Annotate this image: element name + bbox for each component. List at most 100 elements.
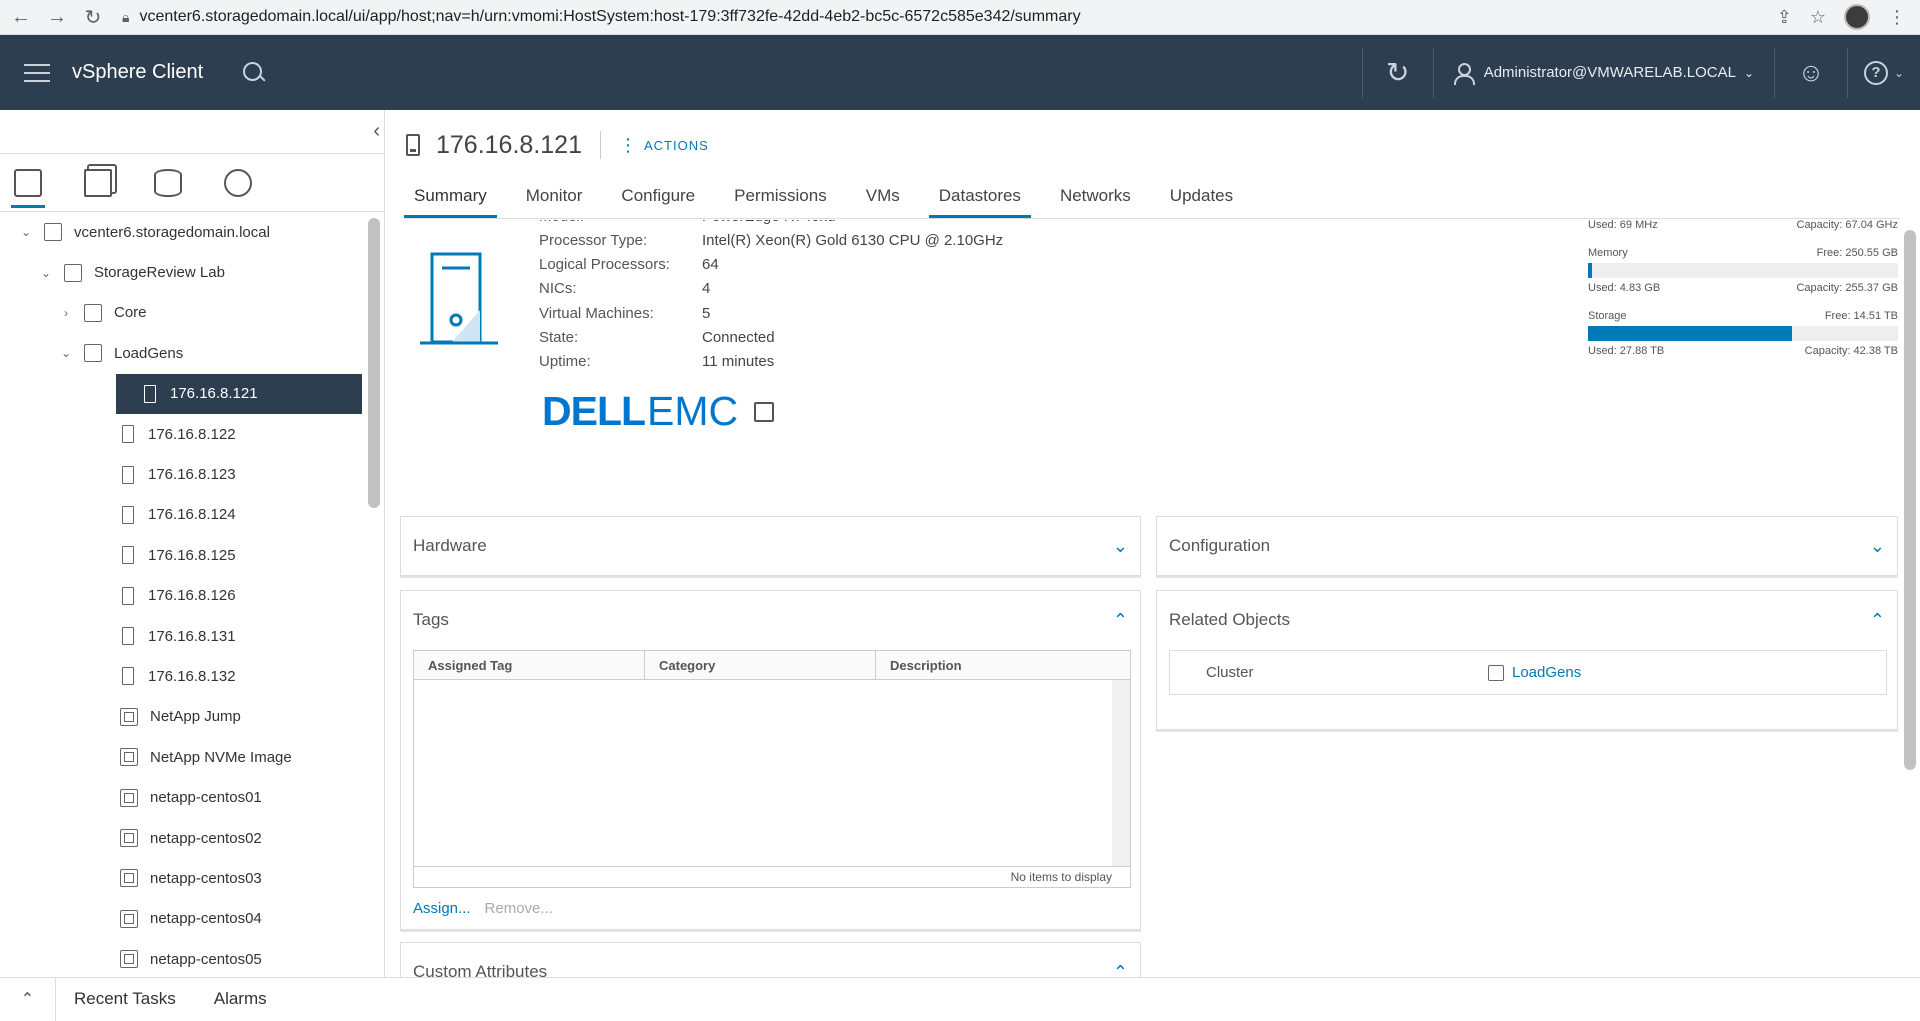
tree-item[interactable]: NetApp Jump xyxy=(0,697,384,737)
tree-item[interactable]: ⌄ StorageReview Lab xyxy=(0,252,384,292)
lock-icon: 🔒︎ xyxy=(122,8,130,25)
host-icon xyxy=(122,586,134,605)
reload-icon[interactable]: ↻ xyxy=(78,2,108,32)
tags-table: Assigned Tag Category Description No items… xyxy=(413,650,1131,888)
tree-item[interactable]: netapp-centos02 xyxy=(0,818,384,858)
property-key: Logical Processors: xyxy=(539,256,670,274)
property-value: Connected xyxy=(702,328,775,346)
browser-menu-icon[interactable]: ⋮ xyxy=(1888,7,1906,28)
share-icon[interactable]: ⇪ xyxy=(1777,7,1792,28)
actions-menu[interactable]: ⋮ ACTIONS xyxy=(619,135,709,156)
forward-icon[interactable]: → xyxy=(42,2,72,32)
host-icon xyxy=(122,627,134,646)
remove-tag-link[interactable]: Remove... xyxy=(485,900,553,917)
app-title[interactable]: vSphere Client xyxy=(72,61,203,84)
column-header[interactable]: Category xyxy=(645,651,876,679)
column-header[interactable]: Description xyxy=(876,651,1130,679)
hardware-header[interactable]: Hardware ⌄ xyxy=(401,517,1140,575)
recent-tasks-tab[interactable]: Recent Tasks xyxy=(74,989,176,1009)
feedback-smiley-icon[interactable]: ☺ xyxy=(1775,57,1847,88)
tags-header[interactable]: Tags ⌃ xyxy=(401,591,1140,649)
meter-capacity: Capacity: 255.37 GB xyxy=(1796,282,1898,294)
vendor-logo: DELL EMC xyxy=(542,388,775,435)
table-body xyxy=(414,680,1130,866)
chevron-up-icon[interactable]: ⌃ xyxy=(1870,610,1885,631)
tree-item[interactable]: ⌄ LoadGens xyxy=(0,333,384,373)
tree-item[interactable]: NetApp NVMe Image xyxy=(0,737,384,777)
tree-item-label: 176.16.8.132 xyxy=(148,667,236,685)
navigator-collapse-bar: ‹ xyxy=(0,110,384,154)
edit-logo-icon[interactable] xyxy=(754,401,775,422)
profile-avatar[interactable] xyxy=(1844,4,1870,30)
meter-name: Storage xyxy=(1588,310,1627,322)
networking-icon[interactable] xyxy=(224,168,252,197)
tree-item[interactable]: ⌄ vcenter6.storagedomain.local xyxy=(0,212,384,252)
main-scrollbar[interactable] xyxy=(1904,230,1916,770)
property-row: Logical Processors: 64 xyxy=(539,253,1003,277)
tree-item[interactable]: netapp-centos01 xyxy=(0,777,384,817)
column-header[interactable]: Assigned Tag xyxy=(414,651,645,679)
tree-item[interactable]: 176.16.8.121 xyxy=(116,373,362,414)
expand-chevron-icon[interactable]: › xyxy=(58,306,74,320)
tab-vms[interactable]: VMs xyxy=(856,176,910,216)
tree-item[interactable]: 176.16.8.131 xyxy=(0,616,384,656)
help-menu[interactable]: ? ⌄ xyxy=(1848,60,1920,85)
user-menu[interactable]: Administrator@VMWARELAB.LOCAL ⌄ xyxy=(1434,35,1774,110)
tab-configure[interactable]: Configure xyxy=(611,176,705,216)
storage-icon[interactable] xyxy=(154,168,182,197)
table-header: Assigned Tag Category Description xyxy=(414,651,1130,680)
tab-permissions[interactable]: Permissions xyxy=(724,176,837,216)
property-key: Virtual Machines: xyxy=(539,304,654,322)
collapse-chevron-icon[interactable]: ⌄ xyxy=(58,346,74,360)
related-objects-header[interactable]: Related Objects ⌃ xyxy=(1157,591,1897,649)
table-scrollbar[interactable] xyxy=(1112,680,1130,866)
tree-item[interactable]: 176.16.8.124 xyxy=(0,495,384,535)
tree-item[interactable]: netapp-centos03 xyxy=(0,858,384,898)
tree-item[interactable]: 176.16.8.123 xyxy=(0,454,384,494)
chevron-up-icon[interactable]: ⌃ xyxy=(0,977,56,1021)
tab-updates[interactable]: Updates xyxy=(1160,176,1243,216)
tree-item[interactable]: netapp-centos04 xyxy=(0,899,384,939)
vms-templates-icon[interactable] xyxy=(84,168,112,197)
tree-item[interactable]: › Core xyxy=(0,293,384,333)
meter-name: Memory xyxy=(1588,247,1628,259)
collapse-chevron-icon[interactable]: ‹ xyxy=(373,120,380,143)
tree-item[interactable]: 176.16.8.125 xyxy=(0,535,384,575)
vcenter-icon xyxy=(44,223,62,242)
address-bar[interactable]: 🔒︎ vcenter6.storagedomain.local/ui/app/h… xyxy=(122,3,1777,31)
property-value: Intel(R) Xeon(R) Gold 6130 CPU @ 2.10GHz xyxy=(702,231,1004,249)
chevron-down-icon[interactable]: ⌄ xyxy=(1870,536,1885,557)
user-name: Administrator@VMWARELAB.LOCAL xyxy=(1483,64,1736,81)
tree-scrollbar[interactable] xyxy=(368,218,380,508)
back-icon[interactable]: ← xyxy=(6,2,36,32)
tab-networks[interactable]: Networks xyxy=(1050,176,1141,216)
custom-attributes-header[interactable]: Custom Attributes ⌃ xyxy=(401,943,1140,978)
related-cluster-link[interactable]: LoadGens xyxy=(1488,664,1581,681)
refresh-icon[interactable]: ↻ xyxy=(1363,56,1433,89)
chevron-down-icon[interactable]: ⌄ xyxy=(1113,536,1128,557)
property-key: State: xyxy=(539,328,579,346)
chevron-up-icon[interactable]: ⌃ xyxy=(1113,610,1128,631)
chevron-up-icon[interactable]: ⌃ xyxy=(1113,962,1128,978)
object-tabs: Summary Monitor Configure Permissions VMs Dat… xyxy=(404,176,1262,218)
tree-item[interactable]: netapp-centos05 xyxy=(0,939,384,977)
assign-tag-link[interactable]: Assign... xyxy=(413,900,471,917)
hosts-clusters-icon[interactable] xyxy=(11,168,45,208)
collapse-chevron-icon[interactable]: ⌄ xyxy=(18,225,34,239)
related-objects-card: Related Objects ⌃ Cluster LoadGens xyxy=(1156,590,1898,730)
tree-item[interactable]: 176.16.8.132 xyxy=(0,656,384,696)
search-icon[interactable] xyxy=(241,60,267,86)
tree-item-label: 176.16.8.124 xyxy=(148,506,236,524)
host-icon xyxy=(144,384,156,403)
hamburger-menu-icon[interactable] xyxy=(24,63,50,82)
tab-summary[interactable]: Summary xyxy=(404,176,497,218)
configuration-header[interactable]: Configuration ⌄ xyxy=(1157,517,1897,575)
host-properties: Hypervisor:VMware ESXi, 7.0.2, 17867351M… xyxy=(539,220,1003,374)
tree-item[interactable]: 176.16.8.126 xyxy=(0,576,384,616)
alarms-tab[interactable]: Alarms xyxy=(214,989,267,1009)
tab-datastores[interactable]: Datastores xyxy=(928,176,1032,218)
collapse-chevron-icon[interactable]: ⌄ xyxy=(38,266,54,280)
tree-item[interactable]: 176.16.8.122 xyxy=(0,414,384,454)
bookmark-star-icon[interactable]: ☆ xyxy=(1810,7,1826,28)
tab-monitor[interactable]: Monitor xyxy=(516,176,593,216)
